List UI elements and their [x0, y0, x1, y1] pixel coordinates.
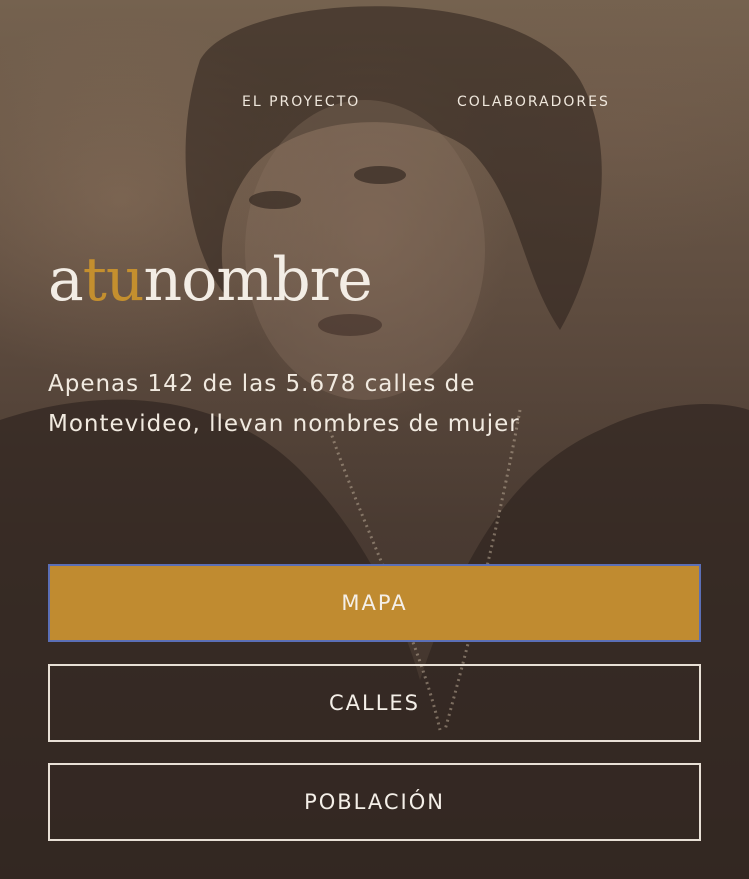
poblacion-button[interactable]: POBLACIÓN — [48, 763, 701, 841]
nav-link-colaboradores[interactable]: COLABORADORES — [457, 94, 610, 110]
logo-part-nombre: nombre — [143, 245, 373, 315]
hero-tagline: Apenas 142 de las 5.678 calles de Montev… — [48, 364, 688, 444]
site-logo[interactable]: atunombre — [48, 240, 373, 320]
nav-link-el-proyecto[interactable]: EL PROYECTO — [242, 94, 360, 110]
mapa-button[interactable]: MAPA — [48, 564, 701, 642]
logo-part-a: a — [48, 245, 84, 315]
hero-tagline-line-1: Apenas 142 de las 5.678 calles de — [48, 371, 476, 397]
top-navigation: EL PROYECTO COLABORADORES — [0, 94, 749, 114]
hero-tagline-line-2: Montevideo, llevan nombres de mujer — [48, 411, 520, 437]
calles-button[interactable]: CALLES — [48, 664, 701, 742]
logo-part-tu: tu — [82, 245, 145, 315]
